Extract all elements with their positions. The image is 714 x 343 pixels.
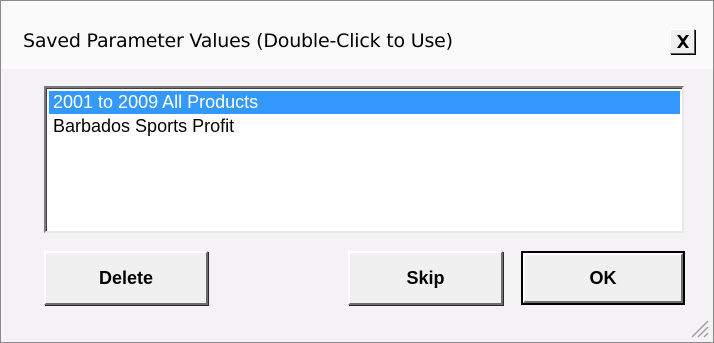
- skip-button[interactable]: Skip: [348, 251, 503, 305]
- skip-button-label: Skip: [406, 267, 445, 288]
- title-bar: Saved Parameter Values (Double-Click to …: [1, 1, 713, 69]
- dialog-title: Saved Parameter Values (Double-Click to …: [23, 30, 453, 52]
- delete-button[interactable]: Delete: [44, 251, 208, 305]
- resize-grip-icon[interactable]: [687, 316, 709, 338]
- ok-button[interactable]: OK: [521, 251, 685, 305]
- close-x-icon: [676, 35, 689, 48]
- delete-button-label: Delete: [98, 267, 154, 288]
- saved-parameter-values-dialog: Saved Parameter Values (Double-Click to …: [0, 0, 714, 343]
- saved-values-listbox[interactable]: 2001 to 2009 All Products Barbados Sport…: [44, 86, 684, 233]
- close-button[interactable]: [670, 29, 695, 54]
- ok-button-label: OK: [589, 267, 617, 288]
- list-item[interactable]: Barbados Sports Profit: [49, 115, 680, 138]
- list-item[interactable]: 2001 to 2009 All Products: [49, 91, 680, 114]
